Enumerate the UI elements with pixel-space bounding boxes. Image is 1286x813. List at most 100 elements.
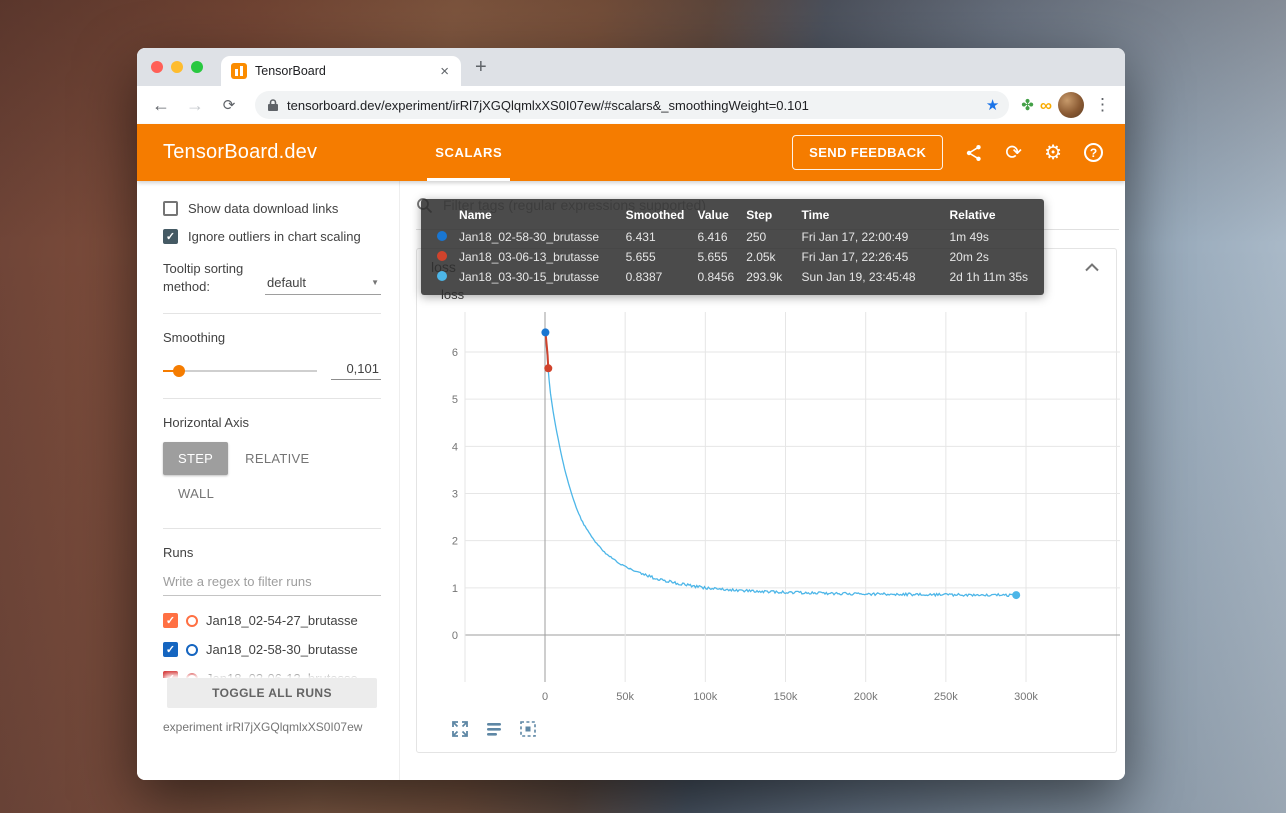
ignore-outliers-checkbox[interactable]: ✓ xyxy=(163,229,178,244)
divider xyxy=(163,528,381,529)
toggle-all-runs-button[interactable]: TOGGLE ALL RUNS xyxy=(167,678,376,708)
run-color-dot-icon xyxy=(437,251,447,261)
chart-actions xyxy=(447,716,1116,742)
profile-avatar[interactable] xyxy=(1058,92,1084,118)
url-text: tensorboard.dev/experiment/irRl7jXGQlqml… xyxy=(287,98,978,113)
tooltip-header: Relative xyxy=(944,204,1035,227)
run-color-dot-icon xyxy=(437,231,447,241)
back-button[interactable]: ← xyxy=(147,91,175,119)
reload-button[interactable]: ⟳ xyxy=(215,91,243,119)
smoothing-slider-thumb[interactable] xyxy=(173,365,185,377)
tooltip-row: Jan18_02-58-30_brutasse6.4316.416250Fri … xyxy=(431,227,1034,247)
svg-text:6: 6 xyxy=(452,347,458,359)
svg-text:200k: 200k xyxy=(854,691,878,703)
tooltip-header: Step xyxy=(740,204,795,227)
run-solo-radio[interactable] xyxy=(186,644,198,656)
run-name-label: Jan18_03-06-13_brutasse xyxy=(206,671,358,678)
run-name-label: Jan18_02-58-30_brutasse xyxy=(206,642,358,657)
browser-toolbar: ← → ⟳ tensorboard.dev/experiment/irRl7jX… xyxy=(137,86,1125,124)
tooltip-cell: 6.416 xyxy=(692,227,741,247)
svg-text:1: 1 xyxy=(452,583,458,595)
tooltip-cell: Jan18_03-30-15_brutasse xyxy=(453,267,620,287)
tab-close-icon[interactable]: × xyxy=(436,62,453,81)
forward-button[interactable]: → xyxy=(181,91,209,119)
svg-text:0: 0 xyxy=(452,630,458,642)
smoothing-value-input[interactable] xyxy=(331,361,381,380)
tooltip-cell: 2.05k xyxy=(740,247,795,267)
show-download-links-checkbox[interactable] xyxy=(163,201,178,216)
svg-text:0: 0 xyxy=(542,691,548,703)
horizontal-axis-label: Horizontal Axis xyxy=(163,415,381,430)
tooltip-cell: Jan18_02-58-30_brutasse xyxy=(453,227,620,247)
runs-filter-input[interactable] xyxy=(163,570,381,596)
tooltip-cell: 5.655 xyxy=(692,247,741,267)
tab-strip: TensorBoard × + xyxy=(137,48,1125,86)
tooltip-cell: 6.431 xyxy=(620,227,692,247)
expand-chart-icon[interactable] xyxy=(447,716,473,742)
tooltip-sorting-dropdown[interactable]: default ▼ xyxy=(265,273,381,295)
svg-text:250k: 250k xyxy=(934,691,958,703)
svg-text:5: 5 xyxy=(452,394,458,406)
divider xyxy=(163,313,381,314)
tooltip-table: NameSmoothedValueStepTimeRelative Jan18_… xyxy=(431,204,1034,287)
tooltip-cell: Jan18_03-06-13_brutasse xyxy=(453,247,620,267)
send-feedback-button[interactable]: SEND FEEDBACK xyxy=(792,135,943,170)
colab-extension-icon[interactable]: ∞ xyxy=(1040,97,1052,114)
run-checkbox[interactable]: ✓ xyxy=(163,613,178,628)
address-bar[interactable]: tensorboard.dev/experiment/irRl7jXGQlqml… xyxy=(255,91,1009,119)
browser-menu-icon[interactable]: ⋮ xyxy=(1090,95,1115,115)
svg-text:2: 2 xyxy=(452,536,458,548)
share-icon[interactable] xyxy=(965,144,983,162)
svg-text:3: 3 xyxy=(452,488,458,500)
help-icon[interactable]: ? xyxy=(1084,143,1103,162)
run-solo-radio[interactable] xyxy=(186,615,198,627)
run-checkbox[interactable]: ✓ xyxy=(163,642,178,657)
svg-text:150k: 150k xyxy=(774,691,798,703)
run-name-label: Jan18_02-54-27_brutasse xyxy=(206,613,358,628)
smoothing-label: Smoothing xyxy=(163,330,381,345)
ignore-outliers-label: Ignore outliers in chart scaling xyxy=(188,229,361,244)
close-window-button[interactable] xyxy=(151,61,163,73)
zoom-window-button[interactable] xyxy=(191,61,203,73)
runs-list: ✓ Jan18_02-54-27_brutasse ✓ Jan18_02-58-30_… xyxy=(163,606,381,678)
show-download-links-label: Show data download links xyxy=(188,201,338,216)
collapse-card-icon[interactable] xyxy=(1084,262,1100,272)
tooltip-cell: 2d 1h 11m 35s xyxy=(944,267,1035,287)
tooltip-cell: 1m 49s xyxy=(944,227,1035,247)
svg-text:300k: 300k xyxy=(1014,691,1038,703)
scalars-main: loss loss 0123456050k100k150k200k250k300… xyxy=(400,181,1125,780)
fit-domain-icon[interactable] xyxy=(515,716,541,742)
tooltip-cell: Fri Jan 17, 22:26:45 xyxy=(796,247,944,267)
smoothing-slider[interactable] xyxy=(163,370,317,372)
axis-option-step[interactable]: STEP xyxy=(163,442,228,475)
tensorboard-header: TensorBoard.dev SCALARS SEND FEEDBACK ⟳ … xyxy=(137,124,1125,181)
settings-gear-icon[interactable]: ⚙ xyxy=(1044,143,1062,163)
loss-line-chart: 0123456050k100k150k200k250k300k xyxy=(430,302,1125,714)
tooltip-header: Value xyxy=(692,204,741,227)
tooltip-cell: 20m 2s xyxy=(944,247,1035,267)
brand-title[interactable]: TensorBoard.dev xyxy=(163,141,317,164)
tab-scalars[interactable]: SCALARS xyxy=(427,124,510,181)
tooltip-header: Time xyxy=(796,204,944,227)
extension-icon[interactable]: ✤ xyxy=(1021,98,1034,113)
svg-text:50k: 50k xyxy=(616,691,634,703)
run-row: ✓ Jan18_02-54-27_brutasse xyxy=(163,606,381,635)
axis-option-wall[interactable]: WALL xyxy=(163,477,229,510)
minimize-window-button[interactable] xyxy=(171,61,183,73)
chevron-down-icon: ▼ xyxy=(371,278,379,287)
tooltip-cell: 0.8387 xyxy=(620,267,692,287)
svg-text:4: 4 xyxy=(452,441,458,453)
view-data-icon[interactable] xyxy=(481,716,507,742)
axis-option-relative[interactable]: RELATIVE xyxy=(230,442,324,475)
tab-tensorboard[interactable]: TensorBoard × xyxy=(221,56,461,86)
tooltip-row: Jan18_03-06-13_brutasse5.6555.6552.05kFr… xyxy=(431,247,1034,267)
refresh-icon[interactable]: ⟳ xyxy=(1005,143,1022,163)
new-tab-button[interactable]: + xyxy=(475,57,487,77)
bookmark-star-icon[interactable]: ★ xyxy=(986,98,999,113)
tooltip-cell: 5.655 xyxy=(620,247,692,267)
tooltip-cell: 250 xyxy=(740,227,795,247)
settings-sidebar: Show data download links ✓ Ignore outlie… xyxy=(137,181,400,780)
run-checkbox[interactable]: ✓ xyxy=(163,671,178,678)
run-row: ✓ Jan18_02-58-30_brutasse xyxy=(163,635,381,664)
tooltip-header: Name xyxy=(453,204,620,227)
